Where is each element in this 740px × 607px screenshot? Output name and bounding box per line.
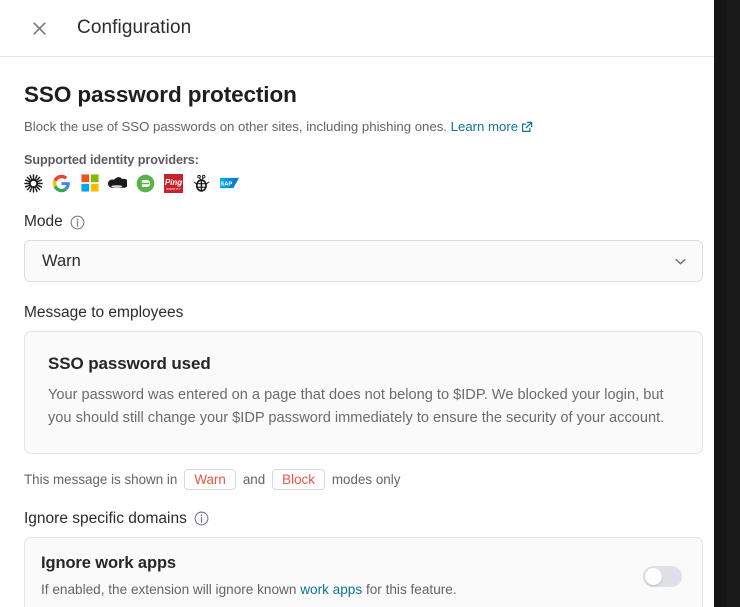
mode-note-prefix: This message is shown in [24,471,178,487]
section-description: Block the use of SSO passwords on other … [24,117,703,138]
google-icon [52,174,71,193]
section-heading: SSO password protection [24,82,297,107]
onelogin-icon [136,174,155,193]
learn-more-label: Learn more [450,119,519,135]
close-icon[interactable] [28,17,50,39]
svg-text:IDENTITY: IDENTITY [166,187,181,191]
mode-label-row: Mode [24,213,703,231]
mode-note-conjunction: and [242,471,266,487]
message-preview-card: SSO password used Your password was ente… [24,331,703,454]
message-body: Your password was entered on a page that… [48,387,665,426]
page-title: Configuration [77,17,192,38]
ignore-work-apps-texts: Ignore work apps If enabled, the extensi… [41,554,631,599]
titlebar: Configuration [0,0,727,57]
duo-icon [192,174,211,193]
ignore-work-apps-card: Ignore work apps If enabled, the extensi… [24,536,703,607]
section-description-text: Block the use of SSO passwords on other … [24,119,447,135]
info-icon[interactable] [194,511,209,526]
svg-text:SAP: SAP [220,182,232,188]
message-label: Message to employees [24,304,184,322]
chevron-down-icon [673,254,688,269]
mode-note: This message is shown in Warn and Block … [24,468,703,490]
info-icon[interactable] [70,215,85,230]
ignore-work-apps-description: If enabled, the extension will ignore kn… [41,580,631,599]
message-title: SSO password used [48,354,211,374]
ignore-work-apps-title: Ignore work apps [41,553,177,572]
supported-providers-list: Ping IDENTITY SAP [24,173,703,193]
mode-select[interactable]: Warn [24,240,703,283]
ignore-work-apps-toggle[interactable] [643,565,682,587]
learn-more-link[interactable]: Learn more [451,119,533,134]
ignore-domains-label: Ignore specific domains [24,509,187,527]
mode-label: Mode [24,213,63,231]
status-badge-block[interactable]: Block [272,468,325,490]
toggle-knob [645,567,662,585]
salesforce-icon [108,174,127,193]
ping-identity-icon: Ping IDENTITY [164,173,183,193]
configuration-panel: Configuration SSO password protection Bl… [0,0,727,607]
status-badge-warn[interactable]: Warn [184,468,236,490]
supported-providers-label: Supported identity providers: [24,153,199,168]
page-right-edge [714,0,727,607]
microsoft-icon [80,174,99,193]
external-link-icon [521,119,533,138]
panel-content: SSO password protection Block the use of… [0,57,727,607]
work-apps-link[interactable]: work apps [300,582,362,597]
ignore-desc-prefix: If enabled, the extension will ignore kn… [41,581,297,597]
mode-note-suffix: modes only [331,471,401,487]
mode-select-value: Warn [42,251,81,270]
ignore-desc-suffix: for this feature. [365,581,457,597]
svg-text:Ping: Ping [165,178,182,187]
ignore-domains-label-row: Ignore specific domains [24,510,703,528]
okta-icon [24,174,43,193]
sap-icon: SAP [220,174,239,193]
